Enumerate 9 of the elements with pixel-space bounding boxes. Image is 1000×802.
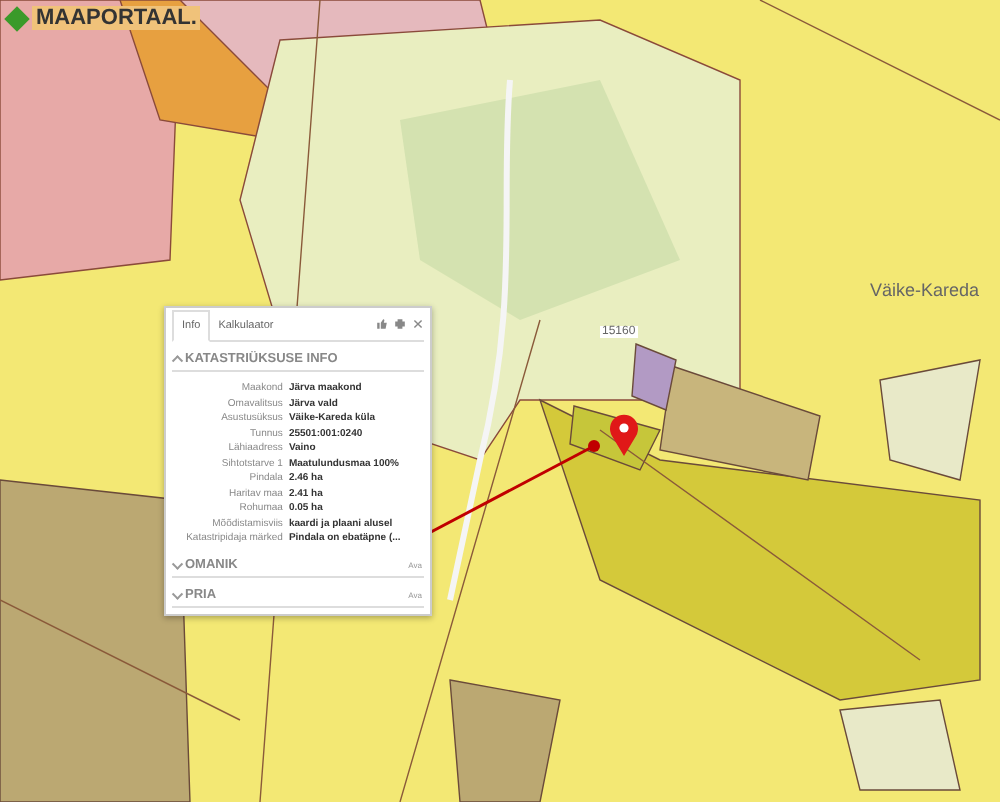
close-icon[interactable] xyxy=(412,318,424,330)
place-label: Väike-Kareda xyxy=(870,280,980,300)
map-pin-icon xyxy=(610,414,638,456)
logo-text: MAAPORTAAL. xyxy=(32,6,201,30)
thumbs-up-icon[interactable] xyxy=(376,318,388,330)
chevron-icon[interactable] xyxy=(172,558,183,568)
print-icon[interactable] xyxy=(394,318,406,330)
chevron-icon[interactable] xyxy=(172,588,183,598)
chevron-icon[interactable] xyxy=(172,356,183,366)
